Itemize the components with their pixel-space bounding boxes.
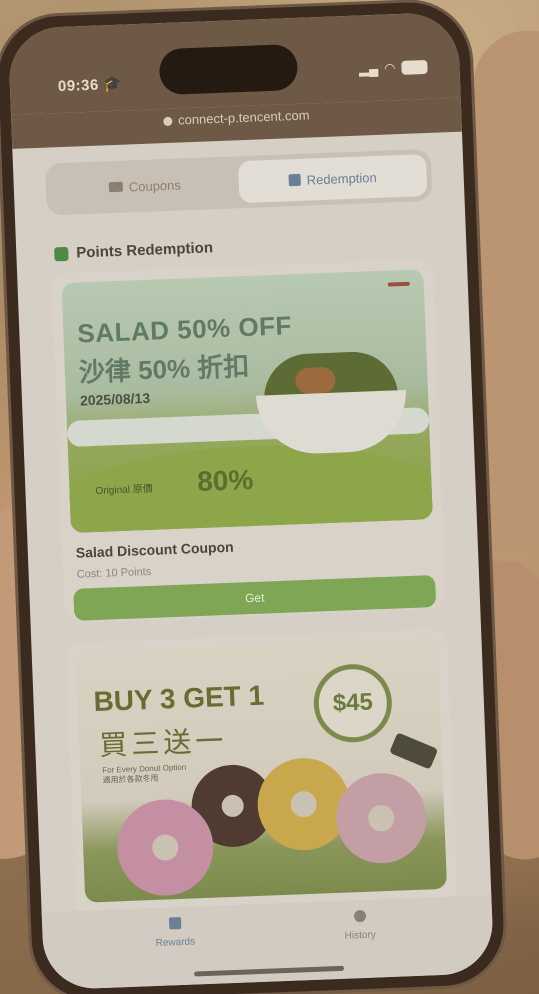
price-text: $45 (332, 688, 374, 717)
nav-rewards[interactable]: Rewards (82, 914, 269, 989)
status-icons: ▂▄ ◠ (359, 59, 428, 78)
tab-redemption[interactable]: Redemption (237, 154, 428, 204)
donut-yellow (255, 756, 352, 852)
section-title-text: Points Redemption (76, 239, 214, 262)
lock-icon (162, 116, 173, 127)
banner-discount: 80% (196, 463, 254, 498)
nav-rewards-label: Rewards (155, 936, 196, 949)
salad-dish (255, 389, 409, 456)
donut-strawberry (334, 771, 428, 865)
banner-headline-zh: 買三送一 (98, 725, 228, 761)
ticket-icon (108, 181, 124, 193)
salad-banner-image: SALAD 50% OFF 沙律 50% 折扣 2025/08/13 Origi… (61, 269, 433, 533)
banner-headline-zh: 沙律 50% 折扣 (78, 350, 250, 388)
dynamic-island (158, 43, 299, 96)
tab-coupons[interactable]: Coupons (50, 161, 239, 210)
banner-headline-en: BUY 3 GET 1 (92, 679, 265, 718)
banner-subtitle: For Every Donut Option 適用於各款冬甩 (102, 763, 187, 786)
phone: 09:36 🎓 ▂▄ ◠ connect-p.tencent.com Coupon… (0, 0, 509, 994)
salad-bowl-image (254, 350, 409, 456)
tab-coupons-label: Coupons (128, 176, 182, 194)
promo-tag (389, 732, 439, 770)
page-content: Coupons Redemption Points Redemption SAL… (35, 140, 470, 963)
section-heading: Points Redemption (54, 239, 213, 262)
brand-logo (387, 281, 410, 287)
url-text: connect-p.tencent.com (177, 107, 310, 128)
salad-topping (294, 366, 336, 395)
segmented-control: Coupons Redemption (44, 148, 433, 216)
nav-history-label: History (344, 929, 377, 942)
coupon-card-salad: SALAD 50% OFF 沙律 50% 折扣 2025/08/13 Origi… (51, 258, 447, 624)
banner-date: 2025/08/13 (79, 389, 151, 409)
graduation-cap-icon: 🎓 (102, 75, 123, 94)
donut-banner-image: BUY 3 GET 1 買三送一 For Every Donut Option … (75, 638, 448, 903)
banner-headline-en: SALAD 50% OFF (76, 310, 293, 349)
clock-icon (353, 909, 366, 923)
banner-original-label: Original 原價 (95, 483, 153, 497)
wifi-icon: ◠ (383, 60, 396, 76)
signal-icon: ▂▄ (358, 60, 379, 77)
gift-icon (288, 173, 301, 187)
home-icon (168, 917, 181, 930)
gift-icon (54, 246, 69, 261)
phone-screen: 09:36 🎓 ▂▄ ◠ connect-p.tencent.com Coupon… (7, 11, 495, 991)
status-time-text: 09:36 (57, 76, 100, 96)
battery-icon (401, 59, 428, 75)
tab-redemption-label: Redemption (306, 169, 377, 188)
status-time: 09:36 🎓 (58, 75, 123, 95)
get-button[interactable]: Get (73, 574, 437, 621)
banner-subtitle-zh: 適用於各款冬甩 (102, 773, 159, 785)
price-badge: $45 (312, 662, 394, 744)
